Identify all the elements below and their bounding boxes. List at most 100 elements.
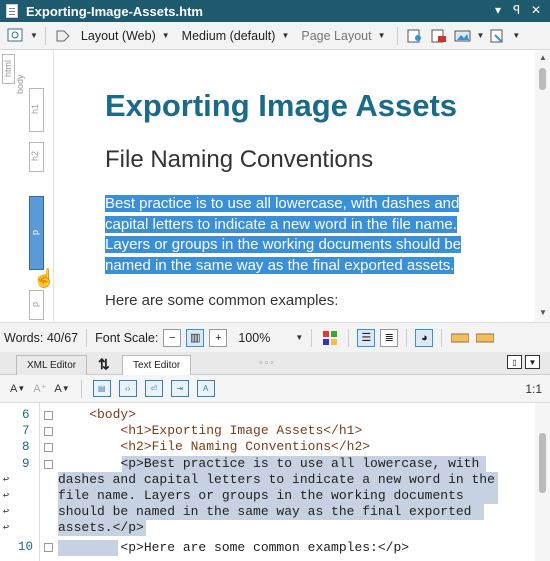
tag-style-icon[interactable] [53, 27, 73, 45]
hand-cursor-icon: ☝ [33, 268, 56, 288]
page-layout-dropdown[interactable]: Page Layout ▼ [297, 29, 389, 43]
splitter-grip-icon[interactable]: ∘∘∘ [258, 357, 275, 368]
separator [441, 328, 443, 347]
heading-1: Exporting Image Assets [105, 88, 458, 123]
document-view[interactable]: Exporting Image Assets File Naming Conve… [55, 50, 535, 322]
separator [80, 379, 82, 398]
line-number: 9 [22, 457, 30, 471]
separator [86, 328, 88, 347]
image-icon[interactable] [453, 27, 473, 45]
scroll-down-icon[interactable]: ▼ [539, 308, 547, 317]
separator [396, 26, 398, 45]
tab-text-editor[interactable]: Text Editor [122, 355, 192, 375]
separator [348, 328, 350, 347]
code-scrollbar[interactable] [535, 403, 550, 561]
word-wrap-icon[interactable]: ⏎ [144, 380, 163, 397]
title-bar: Exporting-Image-Assets.htm ▾ ꟼ ✕ [0, 0, 550, 22]
decrease-font-icon[interactable]: A ▼ [10, 383, 25, 395]
pin-icon[interactable]: ꟼ [513, 3, 520, 17]
zoom-dropdown-icon[interactable]: ▼ [295, 333, 303, 342]
paragraph-line: named in the same way as the final expor… [105, 256, 455, 274]
code-line: <h1>Exporting Image Assets</h1> [58, 423, 363, 438]
wrap-indicator-icon: ↩ [3, 475, 10, 486]
paragraph-line: capital letters to indicate a new word i… [105, 215, 457, 233]
swap-panes-icon[interactable]: ⇅ [98, 356, 110, 373]
document-icon [6, 4, 18, 18]
font-scale-decrease-button[interactable]: − [163, 328, 182, 347]
medium-dropdown[interactable]: Medium (default) ▼ [178, 29, 294, 43]
wrap-indicator-icon: ↩ [3, 523, 10, 534]
font-size-icon[interactable]: A ▼ [54, 383, 69, 395]
code-line-selected: <p>Best practice is to use all lowercase… [120, 456, 486, 472]
code-line: <body> [58, 407, 137, 422]
line-number: 10 [18, 540, 34, 554]
line-numbers-icon[interactable]: ▤ [92, 380, 111, 397]
fold-icon[interactable] [44, 411, 53, 420]
fold-icon[interactable] [44, 427, 53, 436]
tag-body[interactable]: body [15, 72, 28, 98]
font-scale-increase-button[interactable]: + [209, 328, 228, 347]
font-scale-label: Font Scale: [95, 330, 159, 345]
font-scale-reset-button[interactable]: ▥ [186, 328, 205, 347]
ruler-vertical-icon[interactable] [475, 329, 495, 347]
separator [406, 328, 408, 347]
line-number: 7 [22, 424, 30, 438]
auto-format-icon[interactable]: A [196, 380, 215, 397]
close-icon[interactable]: ✕ [531, 3, 541, 17]
status-bar: Words: 40/67 Font Scale: − ▥ + 100% ▼ ☰ … [0, 322, 550, 352]
tag-p-selected[interactable]: p [29, 196, 44, 270]
selected-paragraph[interactable]: Best practice is to use all lowercase, w… [105, 194, 507, 276]
editor-tabs: XML Editor Text Editor [0, 352, 550, 375]
separator [44, 26, 46, 45]
code-line-selected: dashes and capital letters to indicate a… [58, 472, 498, 488]
code-editor[interactable]: 6 7 8 9 10 ↩ ↩ ↩ ↩ <body> <h1>Exporting … [0, 403, 535, 561]
code-line-selected: file name. Layers or groups in the worki… [58, 488, 498, 504]
pane-menu-icon[interactable]: ▼ [525, 355, 540, 369]
code-line: <h2>File Naming Conventions</h2> [58, 439, 371, 454]
fold-icon[interactable] [44, 443, 53, 452]
code-scroll-thumb[interactable] [539, 433, 546, 493]
tag-h2[interactable]: h2 [29, 142, 44, 172]
tags-view-button[interactable]: ≣ [380, 328, 399, 347]
zoom-level[interactable]: 100% [238, 331, 270, 345]
word-count: Words: 40/67 [4, 330, 79, 345]
separator [311, 328, 313, 347]
code-line-selected: assets.</p> [58, 520, 146, 536]
code-tags-icon[interactable]: ‹› [118, 380, 137, 397]
window-title: Exporting-Image-Assets.htm [26, 3, 203, 19]
zoom-view-icon[interactable] [6, 27, 26, 45]
line-number: 8 [22, 440, 30, 454]
wrap-indicator-icon: ↩ [3, 491, 10, 502]
clear-format-icon[interactable]: A⁺ [33, 382, 46, 395]
settings-icon[interactable] [488, 27, 508, 45]
tag-html[interactable]: html [2, 54, 15, 84]
scroll-up-icon[interactable]: ▲ [539, 53, 547, 62]
print-preview-icon[interactable] [429, 27, 449, 45]
speaker-icon[interactable]: ◕ [415, 328, 434, 347]
line-number: 6 [22, 408, 30, 422]
document-scrollbar[interactable]: ▲ ▼ [535, 50, 550, 322]
paragraph: Here are some common examples: [105, 292, 339, 309]
tab-xml-editor[interactable]: XML Editor [16, 355, 88, 375]
indent-icon[interactable]: ⇥ [170, 380, 189, 397]
fold-icon[interactable] [44, 460, 53, 469]
pane-restore-icon[interactable]: ▯ [507, 355, 522, 369]
settings-dropdown-icon[interactable]: ▼ [512, 31, 520, 40]
layout-dropdown[interactable]: Layout (Web) ▼ [77, 29, 174, 43]
tag-h1[interactable]: h1 [29, 88, 44, 132]
zoom-view-dropdown-icon[interactable]: ▼ [30, 31, 38, 40]
scroll-thumb[interactable] [539, 68, 546, 90]
paragraph-line: Best practice is to use all lowercase, w… [105, 195, 460, 212]
code-line-selected: should be named in the same way as the f… [58, 504, 484, 520]
menu-dropdown-icon[interactable]: ▾ [495, 3, 501, 17]
image-dropdown-icon[interactable]: ▼ [477, 31, 485, 40]
cursor-position: 1:1 [525, 382, 542, 396]
paragraph-line: Layers or groups in the working document… [105, 236, 462, 253]
tag-p[interactable]: p [29, 290, 44, 320]
preview-icon[interactable] [405, 27, 425, 45]
fold-icon[interactable] [44, 543, 53, 552]
ruler-icon[interactable] [450, 329, 470, 347]
color-grid-icon[interactable] [320, 329, 340, 347]
structure-view-button[interactable]: ☰ [357, 328, 376, 347]
structure-ruler: html body h1 h2 p p ☝ [0, 50, 56, 322]
